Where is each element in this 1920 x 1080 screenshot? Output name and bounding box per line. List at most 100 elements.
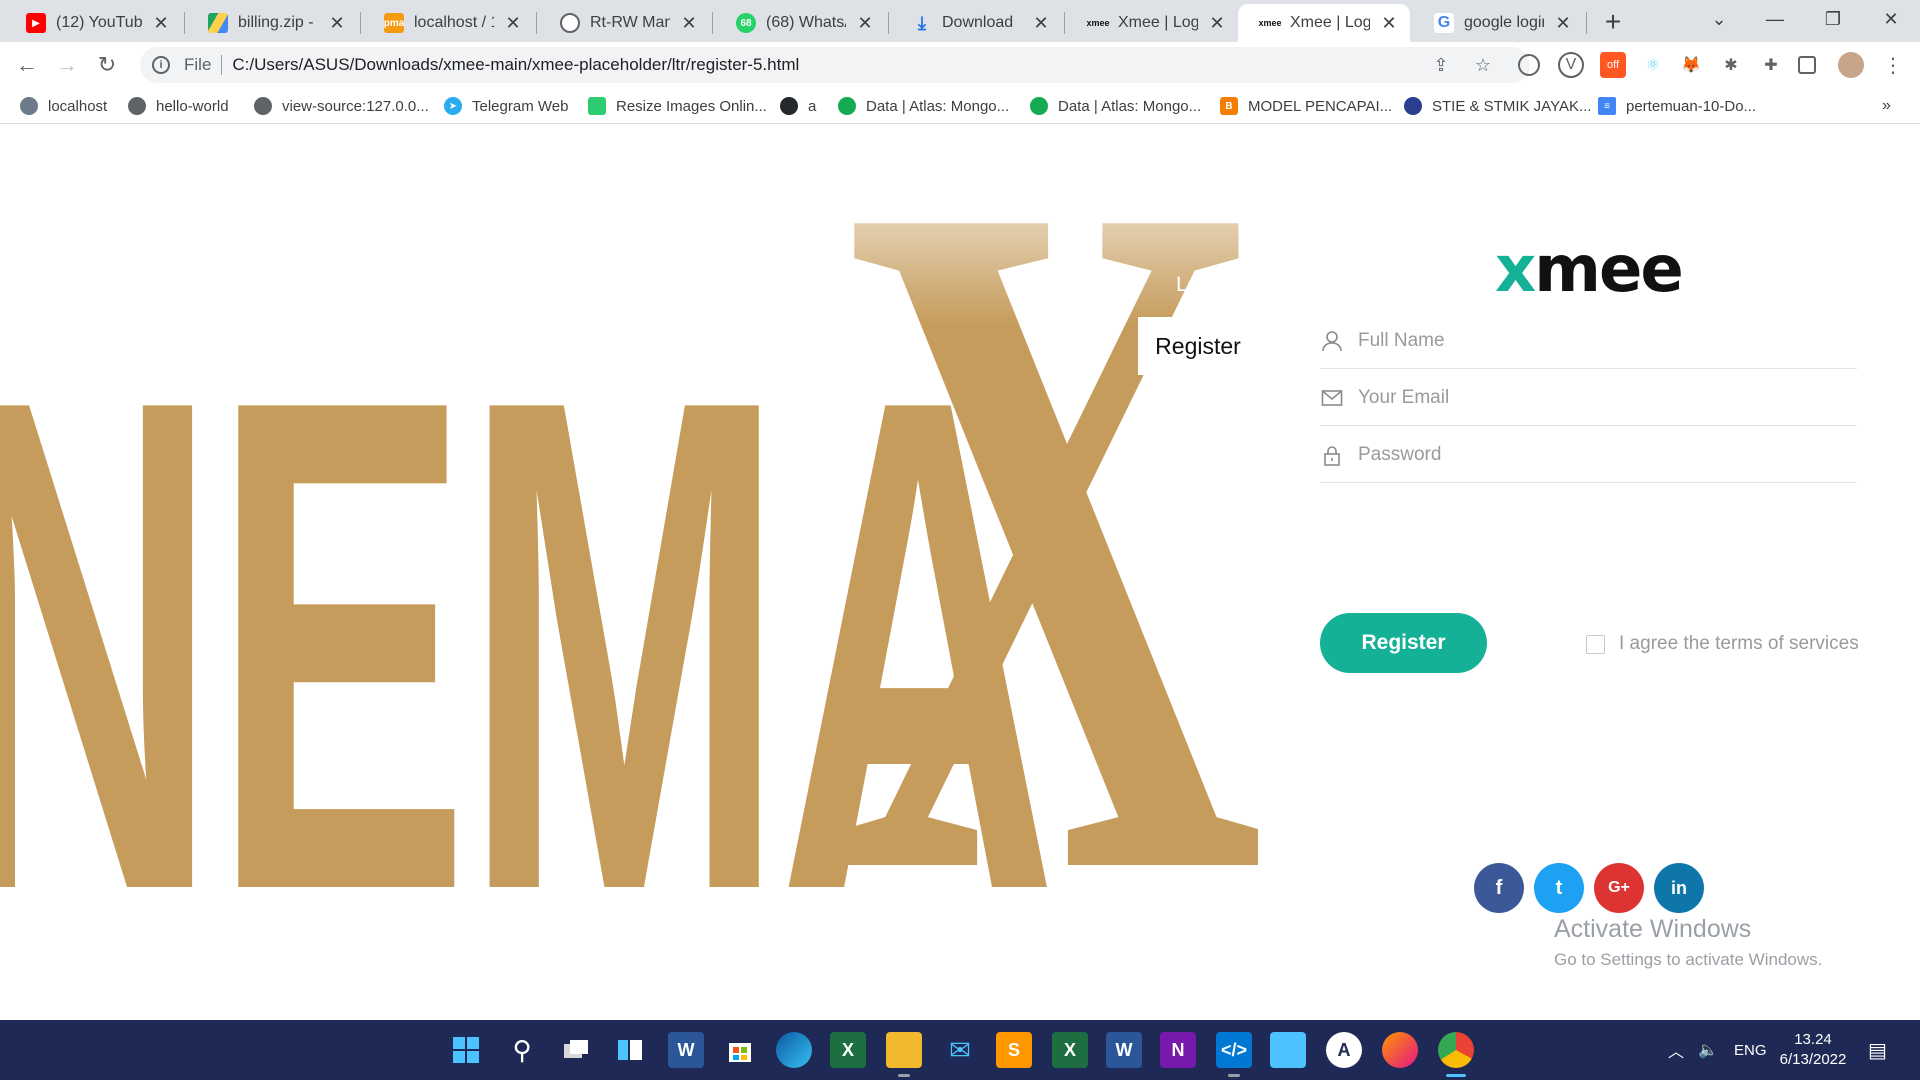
tab-separator <box>712 12 713 34</box>
tab-xmee-login-1[interactable]: xmee Xmee | Login ✕ <box>1066 4 1238 42</box>
restore-icon[interactable]: ❐ <box>1808 0 1858 38</box>
search-icon[interactable]: ⚲ <box>504 1032 540 1068</box>
login-switch-link[interactable]: Lo <box>1176 273 1199 297</box>
extension-off-icon[interactable]: off <box>1600 52 1626 78</box>
twitter-button[interactable]: t <box>1534 863 1584 913</box>
store-icon[interactable] <box>722 1032 758 1068</box>
tab-billing[interactable]: billing.zip - Go ✕ <box>186 4 358 42</box>
start-icon[interactable] <box>448 1032 484 1068</box>
bookmark-mongo-atlas-2[interactable]: Data | Atlas: Mongo... <box>1030 94 1201 118</box>
email-field[interactable] <box>1320 370 1857 426</box>
fullname-input[interactable] <box>1358 329 1838 352</box>
word-icon[interactable]: W <box>1106 1032 1142 1068</box>
side-panel-icon[interactable] <box>1798 56 1816 74</box>
file-explorer-icon[interactable] <box>886 1032 922 1068</box>
onenote-icon[interactable]: N <box>1160 1032 1196 1068</box>
widgets-icon[interactable] <box>612 1032 648 1068</box>
mail-icon[interactable]: ✉ <box>942 1032 978 1068</box>
app-circle-icon[interactable]: A <box>1326 1032 1362 1068</box>
close-icon[interactable]: ✕ <box>150 12 172 34</box>
extension-icon[interactable] <box>1518 54 1540 76</box>
docs-icon: ≡ <box>1598 97 1616 115</box>
password-field[interactable] <box>1320 427 1857 483</box>
address-bar[interactable]: i File C:/Users/ASUS/Downloads/xmee-main… <box>140 47 1530 83</box>
task-view-icon[interactable] <box>558 1032 594 1068</box>
address-separator <box>221 55 223 75</box>
register-button[interactable]: Register <box>1320 613 1487 673</box>
mail-icon <box>1320 386 1344 410</box>
bookmark-star-icon[interactable]: ☆ <box>1472 54 1494 76</box>
metamask-icon[interactable]: 🦊 <box>1678 52 1704 78</box>
tab-youtube[interactable]: ▶ (12) YouTube ✕ <box>4 4 182 42</box>
linkedin-icon: in <box>1671 877 1687 898</box>
word-reader-icon[interactable]: W <box>668 1032 704 1068</box>
language-indicator[interactable]: ENG <box>1734 1020 1767 1080</box>
info-icon[interactable]: i <box>152 56 170 74</box>
bookmark-label: localhost <box>48 97 108 115</box>
bookmark-label: STIE & STMIK JAYAK... <box>1432 97 1592 115</box>
chrome-icon[interactable] <box>1438 1032 1474 1068</box>
facebook-button[interactable]: f <box>1474 863 1524 913</box>
close-icon[interactable]: ✕ <box>678 12 700 34</box>
terms-agreement[interactable]: I agree the terms of services <box>1586 633 1859 655</box>
bookmark-mongo-atlas-1[interactable]: Data | Atlas: Mongo... <box>838 94 1009 118</box>
close-window-icon[interactable]: ✕ <box>1866 0 1916 38</box>
tab-download[interactable]: ⤓ Download ✕ <box>890 4 1062 42</box>
back-icon[interactable]: ← <box>12 50 42 80</box>
url-text[interactable]: C:/Users/ASUS/Downloads/xmee-main/xmee-p… <box>232 55 799 75</box>
vue-devtools-icon[interactable]: V <box>1558 52 1584 78</box>
fullname-field[interactable] <box>1320 313 1857 369</box>
tab-rt-rw[interactable]: Rt-RW Manag ✕ <box>538 4 710 42</box>
bookmark-model-pencapaian[interactable]: B MODEL PENCAPAI... <box>1220 94 1392 118</box>
clock[interactable]: 13.24 6/13/2022 <box>1778 1030 1848 1070</box>
close-icon[interactable]: ✕ <box>326 12 348 34</box>
bookmark-hello-world[interactable]: hello-world <box>128 94 229 118</box>
bookmarks-bar: localhost hello-world view-source:127.0.… <box>0 88 1920 124</box>
tab-google-login[interactable]: G google login - ✕ <box>1412 4 1584 42</box>
tab-whatsapp[interactable]: 68 (68) WhatsApp ✕ <box>714 4 886 42</box>
close-icon[interactable]: ✕ <box>1552 12 1574 34</box>
bookmark-resize-images[interactable]: Resize Images Onlin... <box>588 94 767 118</box>
tab-search-icon[interactable]: ⌄ <box>1694 0 1744 38</box>
excel-app-icon[interactable]: X <box>1052 1032 1088 1068</box>
edge-icon[interactable] <box>776 1032 812 1068</box>
terms-checkbox[interactable] <box>1586 634 1605 654</box>
tab-localhost[interactable]: pma localhost / 127 ✕ <box>362 4 534 42</box>
react-devtools-icon[interactable]: ⚛ <box>1640 52 1666 78</box>
menu-kebab-icon[interactable]: ⋮ <box>1880 52 1906 78</box>
minimize-icon[interactable]: — <box>1750 0 1800 38</box>
bookmark-github[interactable]: a <box>780 94 816 118</box>
email-input[interactable] <box>1358 386 1838 409</box>
vscode-icon[interactable]: </> <box>1216 1032 1252 1068</box>
new-tab-button[interactable]: + <box>1598 6 1628 37</box>
linkedin-button[interactable]: in <box>1654 863 1704 913</box>
bug-icon[interactable]: ✱ <box>1718 52 1744 78</box>
sublime-text-icon[interactable]: S <box>996 1032 1032 1068</box>
excel-icon[interactable]: X <box>830 1032 866 1068</box>
forward-icon[interactable]: → <box>52 50 82 80</box>
bookmark-telegram[interactable]: ➤ Telegram Web <box>444 94 568 118</box>
more-bookmarks-icon[interactable]: » <box>1882 94 1891 118</box>
puzzle-icon[interactable]: ✚ <box>1758 52 1784 78</box>
google-plus-button[interactable]: G+ <box>1594 863 1644 913</box>
firefox-icon[interactable] <box>1382 1032 1418 1068</box>
bookmark-view-source[interactable]: view-source:127.0.0... <box>254 94 429 118</box>
share-icon[interactable]: ⇪ <box>1430 54 1452 76</box>
register-switch-link[interactable]: Register <box>1138 317 1258 375</box>
bookmark-stie-stmik[interactable]: STIE & STMIK JAYAK... <box>1404 94 1591 118</box>
close-icon[interactable]: ✕ <box>1206 12 1228 34</box>
bookmark-localhost[interactable]: localhost <box>20 94 107 118</box>
avatar[interactable] <box>1838 52 1864 78</box>
close-icon[interactable]: ✕ <box>502 12 524 34</box>
tab-xmee-login-active[interactable]: xmee Xmee | Login ✕ <box>1238 4 1410 42</box>
notification-icon[interactable]: ▤ <box>1868 1020 1887 1080</box>
close-icon[interactable]: ✕ <box>854 12 876 34</box>
bookmark-pertemuan-10[interactable]: ≡ pertemuan-10-Do... <box>1598 94 1756 118</box>
password-input[interactable] <box>1358 443 1838 466</box>
close-icon[interactable]: ✕ <box>1030 12 1052 34</box>
tray-overflow-icon[interactable]: ︿ <box>1668 1020 1684 1080</box>
volume-icon[interactable]: 🔈 <box>1698 1020 1718 1080</box>
reload-icon[interactable]: ↻ <box>92 50 122 80</box>
close-icon[interactable]: ✕ <box>1378 12 1400 34</box>
remote-desktop-icon[interactable] <box>1270 1032 1306 1068</box>
